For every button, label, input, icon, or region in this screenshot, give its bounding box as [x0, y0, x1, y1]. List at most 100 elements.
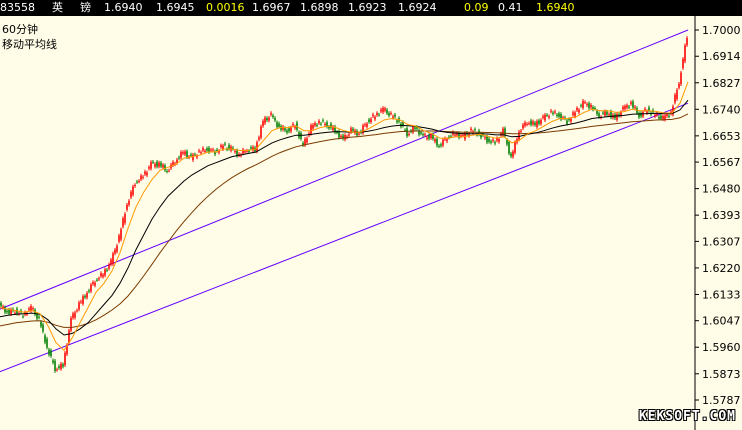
- candle-body: [96, 279, 98, 281]
- candle-body: [676, 89, 678, 100]
- candle-body: [76, 310, 78, 312]
- candle-body: [534, 122, 536, 125]
- candle-body: [382, 107, 384, 113]
- candle-body: [14, 312, 16, 314]
- y-tick-label: 1.5787: [702, 394, 741, 407]
- candle-body: [262, 120, 264, 127]
- y-tick-label: 1.6047: [702, 315, 741, 328]
- candle-body: [364, 124, 366, 126]
- candle-body: [194, 154, 196, 156]
- candle-body: [0, 302, 2, 306]
- candle-body: [604, 111, 606, 116]
- candle-body: [138, 180, 140, 182]
- candle-body: [486, 136, 488, 143]
- candle-body: [594, 108, 596, 110]
- price-ask: 1.6945: [156, 1, 195, 14]
- candle-body: [608, 114, 610, 116]
- candle-body: [306, 138, 308, 143]
- price-chart[interactable]: 1.7000 1.6914 1.6827 1.6740 1.6653 1.6567 1.64…: [0, 16, 742, 430]
- candle-body: [278, 123, 280, 127]
- candle-body: [290, 127, 292, 132]
- candle-body: [248, 150, 250, 152]
- candle-body: [586, 104, 588, 106]
- candle-body: [506, 139, 508, 145]
- candle-body: [536, 121, 538, 127]
- candle-body: [32, 308, 34, 310]
- candle-body: [178, 157, 180, 159]
- candle-body: [470, 128, 472, 131]
- candle-body: [284, 128, 286, 131]
- candle-body: [546, 114, 548, 116]
- candle-body: [508, 141, 510, 154]
- candle-body: [270, 112, 272, 115]
- candle-body: [660, 115, 662, 119]
- candle-body: [378, 114, 380, 116]
- candle-body: [524, 122, 526, 126]
- candle-body: [374, 116, 376, 120]
- price-v1: 1.6923: [348, 1, 387, 14]
- candle-body: [420, 132, 422, 134]
- y-tick-label: 1.6740: [702, 103, 741, 116]
- candle-body: [98, 278, 100, 280]
- y-tick-label: 1.5960: [702, 341, 741, 354]
- candle-body: [50, 350, 52, 357]
- candle-body: [72, 313, 74, 318]
- candle-body: [352, 128, 354, 131]
- candle-body: [84, 296, 86, 298]
- candle-body: [370, 118, 372, 123]
- candle-body: [396, 120, 398, 123]
- y-tick-label: 1.5873: [702, 368, 741, 381]
- candle-body: [624, 106, 626, 110]
- candle-body: [674, 94, 676, 103]
- candle-body: [368, 119, 370, 122]
- candle-body: [184, 151, 186, 155]
- candle-body: [554, 111, 556, 113]
- candle-body: [110, 259, 112, 265]
- candle-body: [56, 369, 58, 371]
- candle-body: [544, 114, 546, 121]
- candle-body: [162, 164, 164, 168]
- candle-body: [104, 269, 106, 276]
- candle-body: [268, 117, 270, 121]
- candle-body: [336, 132, 338, 134]
- candle-body: [126, 204, 128, 210]
- candle-body: [48, 349, 50, 355]
- candle-body: [116, 245, 118, 252]
- candle-body: [128, 200, 130, 205]
- candle-body: [598, 113, 600, 117]
- candle-body: [88, 290, 90, 292]
- candle-body: [526, 123, 528, 125]
- candle-body: [148, 167, 150, 169]
- candle-body: [286, 130, 288, 133]
- candle-body: [86, 292, 88, 298]
- candle-body: [522, 124, 524, 129]
- candle-body: [490, 141, 492, 143]
- candle-body: [576, 108, 578, 111]
- candle-body: [428, 135, 430, 139]
- candle-body: [542, 116, 544, 118]
- candle-body: [430, 134, 432, 139]
- candle-body: [58, 366, 60, 369]
- candle-body: [130, 191, 132, 198]
- candle-body: [150, 162, 152, 169]
- candle-body: [644, 108, 646, 111]
- candle-body: [206, 148, 208, 151]
- candle-body: [574, 112, 576, 117]
- candle-body: [82, 296, 84, 304]
- candle-body: [316, 124, 318, 126]
- candle-body: [8, 309, 10, 314]
- candle-body: [106, 269, 108, 271]
- candle-body: [228, 145, 230, 149]
- candle-body: [520, 130, 522, 132]
- candle-body: [156, 161, 158, 167]
- candle-body: [100, 273, 102, 277]
- candle-body: [120, 229, 122, 240]
- candle-body: [190, 154, 192, 156]
- candle-body: [454, 134, 456, 136]
- candle-body: [584, 102, 586, 104]
- candle-body: [312, 124, 314, 129]
- candle-body: [494, 142, 496, 144]
- candle-body: [202, 148, 204, 151]
- candle-body: [590, 104, 592, 108]
- candle-body: [632, 101, 634, 108]
